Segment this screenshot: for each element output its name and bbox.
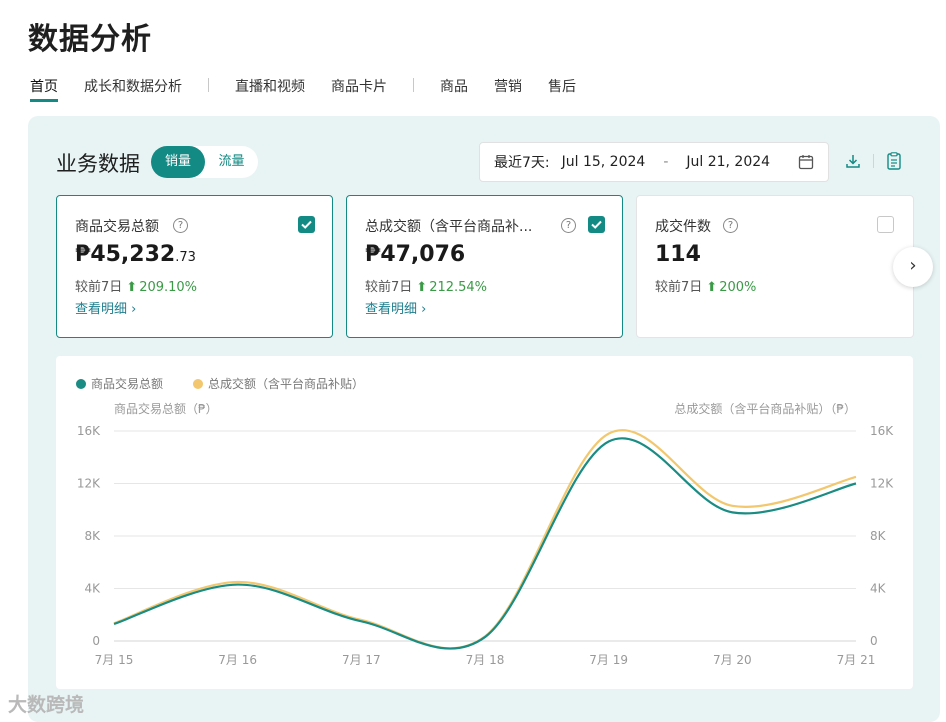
tab-divider — [208, 78, 209, 92]
download-icon[interactable] — [845, 153, 861, 169]
card-value: 114 — [655, 242, 701, 267]
legend-marker — [193, 379, 203, 389]
y-axis-label-right: 总成交额（含平台商品补贴）（₱） — [674, 401, 856, 416]
toggle-sales[interactable]: 销量 — [151, 146, 205, 178]
card-value: ₱45,232.73 — [75, 242, 196, 267]
x-tick-label: 7月 21 — [837, 653, 876, 667]
view-detail-link[interactable]: 查看明细 › — [365, 298, 426, 317]
metric-card-items-sold[interactable]: 成交件数 ? 114 较前7日 ⬆ 200% — [636, 195, 914, 338]
card-checkbox[interactable] — [877, 216, 894, 233]
section-title: 业务数据 — [56, 152, 140, 176]
trend-up-icon: ⬆ — [416, 280, 428, 295]
legend-label: 总成交额（含平台商品补贴） — [208, 376, 364, 391]
y-tick-label-left: 16K — [77, 424, 101, 438]
help-icon[interactable]: ? — [561, 218, 576, 233]
x-tick-label: 7月 19 — [589, 653, 628, 667]
calendar-icon[interactable] — [798, 154, 814, 170]
change-value: 209.10% — [139, 280, 198, 295]
main-tabs: 首页 成长和数据分析 直播和视频 商品卡片 商品 营销 售后 — [30, 74, 602, 104]
card-value: ₱47,076 — [365, 242, 465, 267]
trend-up-icon: ⬆ — [706, 280, 718, 295]
y-tick-label-left: 12K — [77, 477, 101, 491]
x-tick-label: 7月 15 — [95, 653, 134, 667]
compare-label: 较前7日 — [365, 280, 413, 295]
chevron-right-icon[interactable]: › — [893, 247, 933, 287]
y-tick-label-right: 4K — [870, 582, 887, 596]
tab-home[interactable]: 首页 — [30, 74, 58, 102]
card-checkbox[interactable] — [298, 216, 315, 233]
value-decimal: .73 — [175, 250, 196, 265]
x-tick-label: 7月 16 — [218, 653, 257, 667]
metric-card-total-sales[interactable]: 总成交额（含平台商品补... ? ₱47,076 较前7日 ⬆ 212.54% 查看… — [346, 195, 623, 338]
document-icon[interactable] — [886, 152, 902, 170]
y-tick-label-left: 4K — [84, 582, 101, 596]
change-value: 212.54% — [429, 280, 488, 295]
trend-up-icon: ⬆ — [126, 280, 138, 295]
date-start[interactable]: Jul 15, 2024 — [562, 154, 646, 170]
check-icon — [591, 220, 602, 229]
compare-label: 较前7日 — [655, 280, 703, 295]
card-comparison: 较前7日 ⬆ 212.54% — [365, 276, 487, 295]
card-comparison: 较前7日 ⬆ 209.10% — [75, 276, 197, 295]
view-detail-link[interactable]: 查看明细 › — [75, 298, 136, 317]
card-comparison: 较前7日 ⬆ 200% — [655, 276, 756, 295]
card-title: 总成交额（含平台商品补... — [365, 219, 533, 235]
date-range-picker[interactable]: 最近7天: Jul 15, 2024 - Jul 21, 2024 — [479, 142, 829, 182]
series-line — [113, 437, 857, 650]
icon-divider — [873, 154, 874, 168]
y-tick-label-right: 8K — [870, 529, 887, 543]
metric-card-gmv[interactable]: 商品交易总额 ? ₱45,232.73 较前7日 ⬆ 209.10% 查看明细 › — [56, 195, 333, 338]
watermark: 大数跨境 — [8, 694, 85, 716]
currency-symbol: ₱ — [365, 242, 381, 267]
value-main: 45,232 — [90, 242, 176, 267]
tab-products[interactable]: 商品 — [440, 74, 468, 102]
card-checkbox[interactable] — [588, 216, 605, 233]
help-icon[interactable]: ? — [173, 218, 188, 233]
legend-label: 商品交易总额 — [91, 376, 163, 391]
series-line — [113, 429, 857, 650]
date-range-label: 最近7天: — [494, 155, 550, 171]
tab-growth-analysis[interactable]: 成长和数据分析 — [84, 74, 182, 102]
toggle-traffic[interactable]: 流量 — [205, 146, 258, 178]
card-title: 商品交易总额 — [75, 219, 159, 235]
y-tick-label-left: 0 — [92, 634, 100, 648]
page-title: 数据分析 — [28, 22, 152, 57]
metric-toggle: 销量 流量 — [151, 146, 258, 178]
date-separator: - — [663, 154, 669, 170]
tab-live-video[interactable]: 直播和视频 — [235, 74, 305, 102]
x-tick-label: 7月 17 — [342, 653, 381, 667]
check-icon — [301, 220, 312, 229]
tab-divider — [413, 78, 414, 92]
tab-after-sales[interactable]: 售后 — [548, 74, 576, 102]
help-icon[interactable]: ? — [723, 218, 738, 233]
line-chart: 0 0 4K 4K 8K 8K 12K 12K 16K 16K 7月 15 7月 16 7月 17 7月 … — [76, 376, 894, 667]
y-tick-label-right: 0 — [870, 634, 878, 648]
currency-symbol: ₱ — [75, 242, 91, 267]
card-title: 成交件数 — [655, 219, 711, 235]
compare-label: 较前7日 — [75, 280, 123, 295]
x-tick-label: 7月 18 — [466, 653, 505, 667]
tab-product-card[interactable]: 商品卡片 — [331, 74, 387, 102]
x-tick-label: 7月 20 — [713, 653, 752, 667]
change-value: 200% — [719, 280, 757, 295]
value-main: 47,076 — [380, 242, 466, 267]
tab-marketing[interactable]: 营销 — [494, 74, 522, 102]
date-end[interactable]: Jul 21, 2024 — [686, 154, 770, 170]
y-tick-label-right: 16K — [870, 424, 894, 438]
legend-marker — [76, 379, 86, 389]
chart-card: 0 0 4K 4K 8K 8K 12K 12K 16K 16K 7月 15 7月 16 7月 17 7月 … — [56, 356, 913, 689]
y-axis-label-left: 商品交易总额（₱） — [114, 401, 218, 416]
y-tick-label-left: 8K — [84, 529, 101, 543]
y-tick-label-right: 12K — [870, 477, 894, 491]
